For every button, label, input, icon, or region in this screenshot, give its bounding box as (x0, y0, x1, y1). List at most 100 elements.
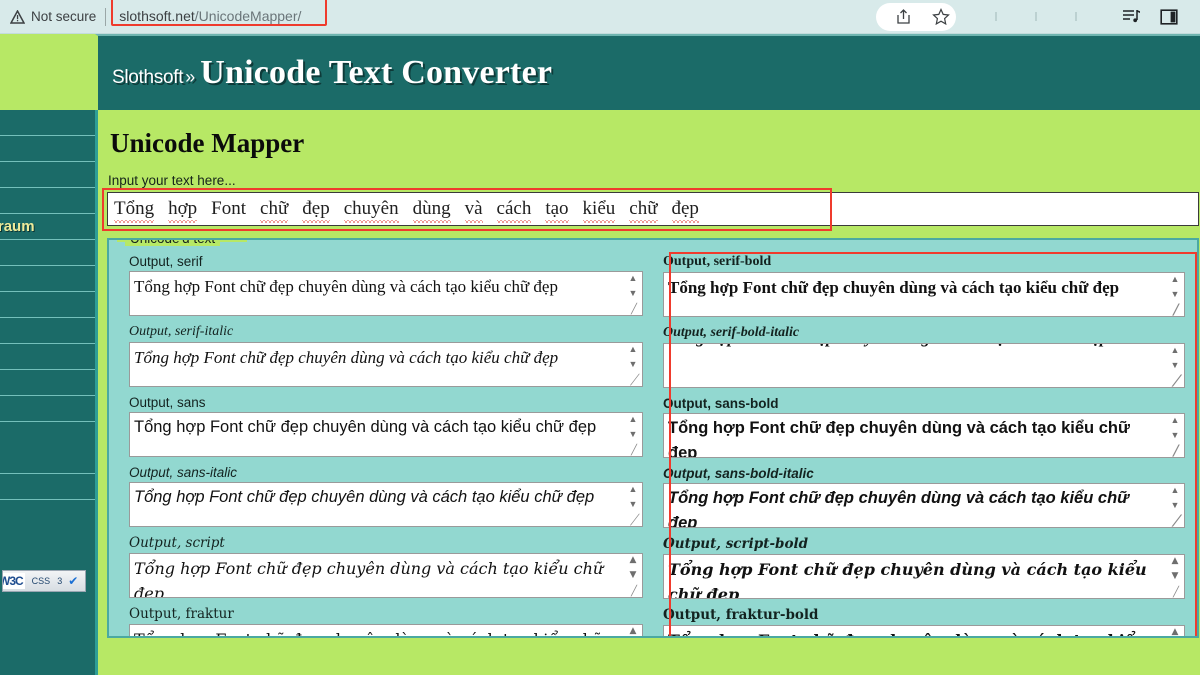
sidebar-item-the-next-thing[interactable]: The Next Thing (0, 318, 95, 344)
input-word: cách (496, 198, 532, 223)
text-input[interactable]: Tổng hợp Font chữ đẹp chuyên dùng và cách tạo kiểu… (107, 192, 1199, 226)
scroll-up-icon[interactable]: ▲ (630, 627, 637, 636)
resize-handle-icon[interactable]: ╱ (1173, 377, 1183, 387)
output-textarea[interactable]: Tổng hợp Font chữ đẹp chuyên dùng và các… (129, 271, 643, 316)
scroll-up-icon[interactable]: ▲ (629, 415, 638, 424)
output-textarea[interactable]: Tổng hợp Font chữ đẹp chuyên dùng và các… (663, 625, 1185, 637)
resize-handle-icon[interactable]: ╱ (1173, 306, 1183, 316)
output-text: Tổng hợp Font chữ đẹp chuyên dùng và các… (134, 418, 597, 436)
output-textarea[interactable]: Tổng hợp Font chữ đẹp chuyên dùng và các… (663, 554, 1185, 599)
resize-handle-icon[interactable]: ╱ (631, 587, 641, 597)
resize-handle-icon[interactable]: ╱ (631, 446, 641, 456)
scroll-up-icon[interactable]: ▲ (1172, 557, 1179, 566)
scroll-up-icon[interactable]: ▲ (630, 556, 637, 565)
fieldset-legend: Unicode'd text (125, 240, 221, 246)
scroll-down-icon[interactable]: ▼ (1171, 501, 1180, 510)
output-textarea[interactable]: Tổng hợp Font chữ đẹp chuyên dùng và các… (129, 412, 643, 457)
scrollbar[interactable]: ▲▼ (1168, 416, 1182, 440)
input-word: hợp (168, 198, 198, 223)
resize-handle-icon[interactable]: ╱ (631, 516, 641, 526)
omnibox-dots-placeholder (976, 7, 1096, 27)
sidebar-item-farbgeschichtstraum[interactable]: Farbgeschichtstraum (0, 214, 95, 240)
scrollbar[interactable]: ▲▼ (626, 556, 640, 580)
sidebar-item-one-dice-for-all[interactable]: One Dice For All (0, 370, 95, 396)
input-word: đẹp (671, 198, 700, 223)
share-icon[interactable] (890, 4, 916, 30)
scroll-down-icon[interactable]: ▼ (629, 289, 638, 298)
scroll-down-icon[interactable]: ▼ (1171, 361, 1180, 370)
scrollbar[interactable]: ▲▼ (1168, 628, 1182, 637)
output-column-right: Output, serif-bold Tổng hợp Font chữ đẹp … (655, 254, 1197, 637)
scroll-up-icon[interactable]: ▲ (1171, 416, 1180, 425)
scroll-down-icon[interactable]: ▼ (630, 571, 637, 580)
scroll-down-icon[interactable]: ▼ (1171, 290, 1180, 299)
scroll-up-icon[interactable]: ▲ (1171, 486, 1180, 495)
input-word: đẹp (302, 198, 331, 223)
sidebar-item-kommunikation[interactable]: Kommunikation (0, 266, 95, 292)
output-text: Tổng hợp Font chữ đẹp chuyên dùng và các… (668, 628, 1162, 636)
w3c-css-validation-badge[interactable]: W3C CSS 3 ✔ (2, 570, 86, 592)
sidebar-item-dice-game[interactable]: Dice Game (0, 240, 95, 266)
scroll-down-icon[interactable]: ▼ (1172, 572, 1179, 581)
output-textarea[interactable]: Tổng hợp Font chữ đẹp chuyên dùng và các… (129, 624, 643, 636)
sidebar-item-7[interactable] (0, 292, 95, 318)
sidebar-item-unicode-text[interactable]: Unicode Text (0, 396, 95, 422)
scroll-up-icon[interactable]: ▲ (629, 274, 638, 283)
resize-handle-icon[interactable]: ╱ (631, 305, 641, 315)
output-textarea[interactable]: Tổng hợp Font chữ đẹp chuyên dùng và các… (663, 483, 1185, 528)
output-textarea[interactable]: Tổng hợp Font chữ đẹp chuyên dùng và các… (663, 272, 1185, 317)
sidebar-item-3[interactable] (0, 188, 95, 214)
resize-handle-icon[interactable]: ╱ (1173, 447, 1183, 457)
output-label: Output, sans-italic (129, 465, 238, 480)
scroll-up-icon[interactable]: ▲ (1171, 275, 1180, 284)
sidebar-item-0[interactable] (0, 110, 95, 136)
scrollbar[interactable]: ▲▼ (626, 274, 640, 298)
check-icon: ✔ (68, 574, 79, 588)
scrollbar[interactable]: ▲▼ (1168, 486, 1182, 510)
resize-handle-icon[interactable]: ╱ (631, 376, 641, 386)
output-label: Output, serif-italic (129, 324, 234, 339)
sidebar-item-welcome-to-hell[interactable]: Welcome to Hell (0, 344, 95, 370)
scroll-down-icon[interactable]: ▼ (629, 360, 638, 369)
sidebar-item-14[interactable] (0, 474, 95, 500)
output-label: Output, fraktur-bold (663, 607, 819, 623)
scroll-down-icon[interactable]: ▼ (629, 500, 638, 509)
sidebar-item-downloads[interactable]: Downloads (0, 136, 95, 162)
scroll-down-icon[interactable]: ▼ (629, 430, 638, 439)
scroll-up-icon[interactable]: ▲ (629, 485, 638, 494)
output-textarea[interactable]: Tổng hợp Font chữ đẹp chuyên dùng và các… (129, 482, 643, 527)
scrollbar[interactable]: ▲▼ (626, 627, 640, 636)
output-text: Tổng hợp Font chữ đẹp chuyên dùng và các… (668, 344, 1162, 350)
output-block: Output, serif-italic Tổng hợp Font chữ đẹ… (129, 324, 643, 387)
output-label: Output, script-bold (663, 536, 809, 552)
scrollbar[interactable]: ▲▼ (626, 485, 640, 509)
url-text[interactable]: slothsoft.net/UnicodeMapper/ (115, 5, 307, 28)
resize-handle-icon[interactable]: ╱ (1173, 588, 1183, 598)
scrollbar[interactable]: ▲▼ (626, 415, 640, 439)
star-icon[interactable] (928, 4, 954, 30)
sidebar-item-2[interactable] (0, 162, 95, 188)
scroll-up-icon[interactable]: ▲ (1171, 346, 1180, 355)
output-text: Tổng hợp Font chữ đẹp chuyên dùng và các… (668, 419, 1130, 458)
reading-list-icon[interactable] (1118, 4, 1144, 30)
output-textarea[interactable]: Tổng hợp Font chữ đẹp chuyên dùng và các… (663, 343, 1185, 388)
output-textarea[interactable]: Tổng hợp Font chữ đẹp chuyên dùng và các… (129, 342, 643, 387)
scrollbar[interactable]: ▲▼ (1168, 346, 1182, 370)
output-textarea[interactable]: Tổng hợp Font chữ đẹp chuyên dùng và các… (129, 553, 643, 598)
scrollbar[interactable]: ▲▼ (1168, 557, 1182, 581)
scroll-up-icon[interactable]: ▲ (629, 345, 638, 354)
scrollbar[interactable]: ▲▼ (626, 345, 640, 369)
page-title: Unicode Text Converter (200, 54, 553, 91)
output-textarea[interactable]: Tổng hợp Font chữ đẹp chuyên dùng và các… (663, 413, 1185, 458)
sidebar-panel-icon[interactable] (1156, 4, 1182, 30)
sidebar-item-13[interactable] (0, 448, 95, 474)
brand-label[interactable]: Slothsoft (112, 67, 184, 88)
w3c-logo: W3C (3, 573, 25, 589)
output-block: Output, sans-bold-italic Tổng hợp Font ch… (663, 466, 1185, 528)
scrollbar[interactable]: ▲▼ (1168, 275, 1182, 299)
scroll-down-icon[interactable]: ▼ (1171, 431, 1180, 440)
resize-handle-icon[interactable]: ╱ (1173, 517, 1183, 527)
address-bar[interactable]: slothsoft.net/UnicodeMapper/ (111, 0, 328, 28)
scroll-up-icon[interactable]: ▲ (1172, 628, 1179, 637)
